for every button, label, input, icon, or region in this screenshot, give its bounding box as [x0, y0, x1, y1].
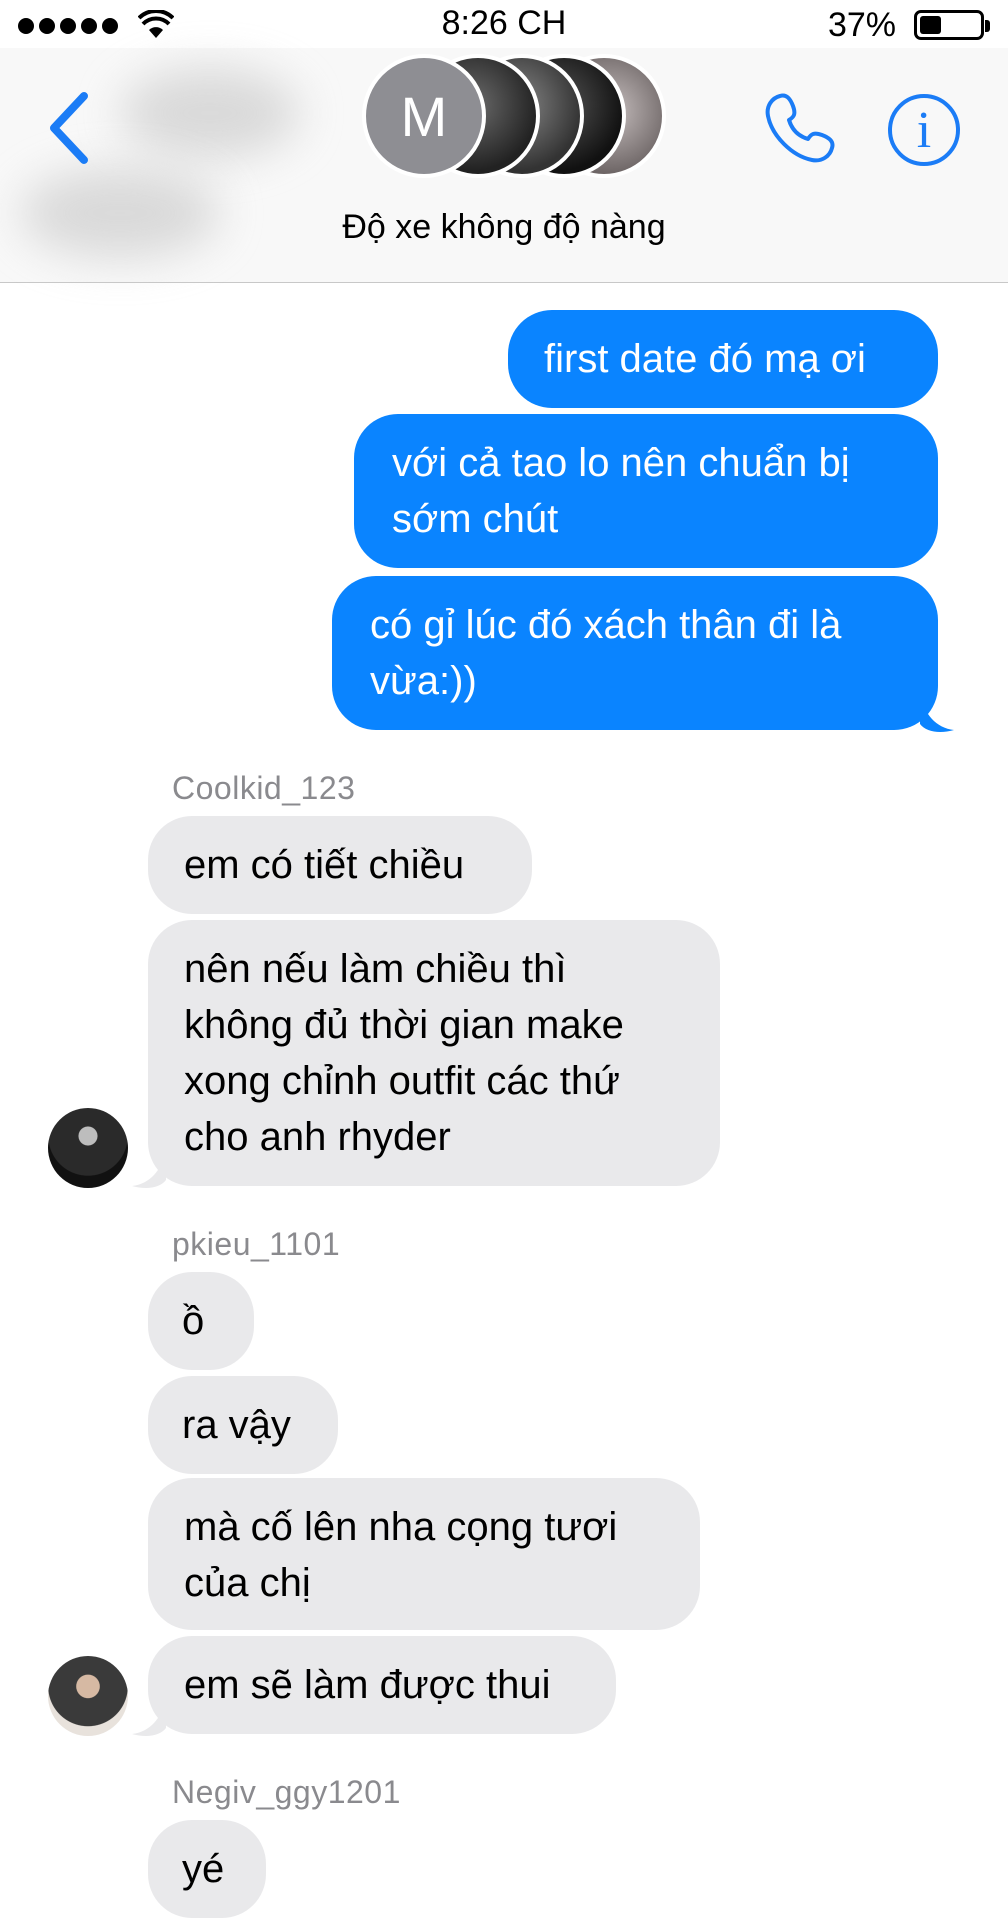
sender-name: Coolkid_123 — [172, 770, 356, 806]
battery-percent: 37% — [827, 6, 896, 44]
message-text: mà cố lên nha cọng tươi của chị — [184, 1505, 618, 1605]
status-bar: 8:26 CH 37% — [0, 0, 1008, 48]
message-text: em có tiết chiều — [184, 843, 465, 887]
outgoing-message[interactable]: có gỉ lúc đó xách thân đi là vừa:)) — [332, 576, 938, 730]
bubble-tail — [920, 694, 954, 732]
message-text: với cả tao lo nên chuẩn bị sớm chút — [392, 441, 850, 541]
incoming-message[interactable]: em có tiết chiều — [148, 816, 532, 914]
sender-name: Negiv_ggy1201 — [172, 1774, 401, 1810]
message-text: có gỉ lúc đó xách thân đi là vừa:)) — [370, 603, 842, 703]
message-text: first date đó mạ ơi — [544, 337, 866, 381]
chevron-left-icon[interactable] — [42, 88, 102, 168]
battery-level-fill — [920, 16, 941, 34]
phone-icon[interactable] — [760, 88, 840, 168]
incoming-message[interactable]: ồ — [148, 1272, 254, 1370]
info-icon[interactable]: i — [888, 94, 960, 166]
message-text: em sẽ làm được thui — [184, 1663, 551, 1707]
incoming-message[interactable]: em sẽ làm được thui — [148, 1636, 616, 1734]
outgoing-message[interactable]: với cả tao lo nên chuẩn bị sớm chút — [354, 414, 938, 568]
outgoing-message[interactable]: first date đó mạ ơi — [508, 310, 938, 408]
group-avatar-stack[interactable]: M — [362, 54, 666, 184]
conversation-header: M Độ xe không độ nàng i — [0, 48, 1008, 283]
message-text: yé — [182, 1847, 225, 1891]
incoming-message[interactable]: yé — [148, 1820, 266, 1918]
incoming-message[interactable]: mà cố lên nha cọng tươi của chị — [148, 1478, 700, 1630]
sender-name: pkieu_1101 — [172, 1226, 341, 1262]
incoming-message[interactable]: ra vậy — [148, 1376, 338, 1474]
incoming-message[interactable]: nên nếu làm chiều thì không đủ thời gian… — [148, 920, 720, 1186]
sender-avatar[interactable] — [48, 1108, 128, 1188]
message-text: nên nếu làm chiều thì không đủ thời gian… — [184, 947, 624, 1159]
message-text: ra vậy — [182, 1403, 291, 1447]
group-initial-avatar: M — [362, 54, 486, 178]
bubble-tail — [132, 1150, 166, 1188]
message-text: ồ — [182, 1299, 205, 1343]
group-name[interactable]: Độ xe không độ nàng — [0, 208, 1008, 247]
sender-avatar[interactable] — [48, 1656, 128, 1736]
battery-icon — [914, 10, 990, 40]
bubble-tail — [132, 1698, 166, 1736]
